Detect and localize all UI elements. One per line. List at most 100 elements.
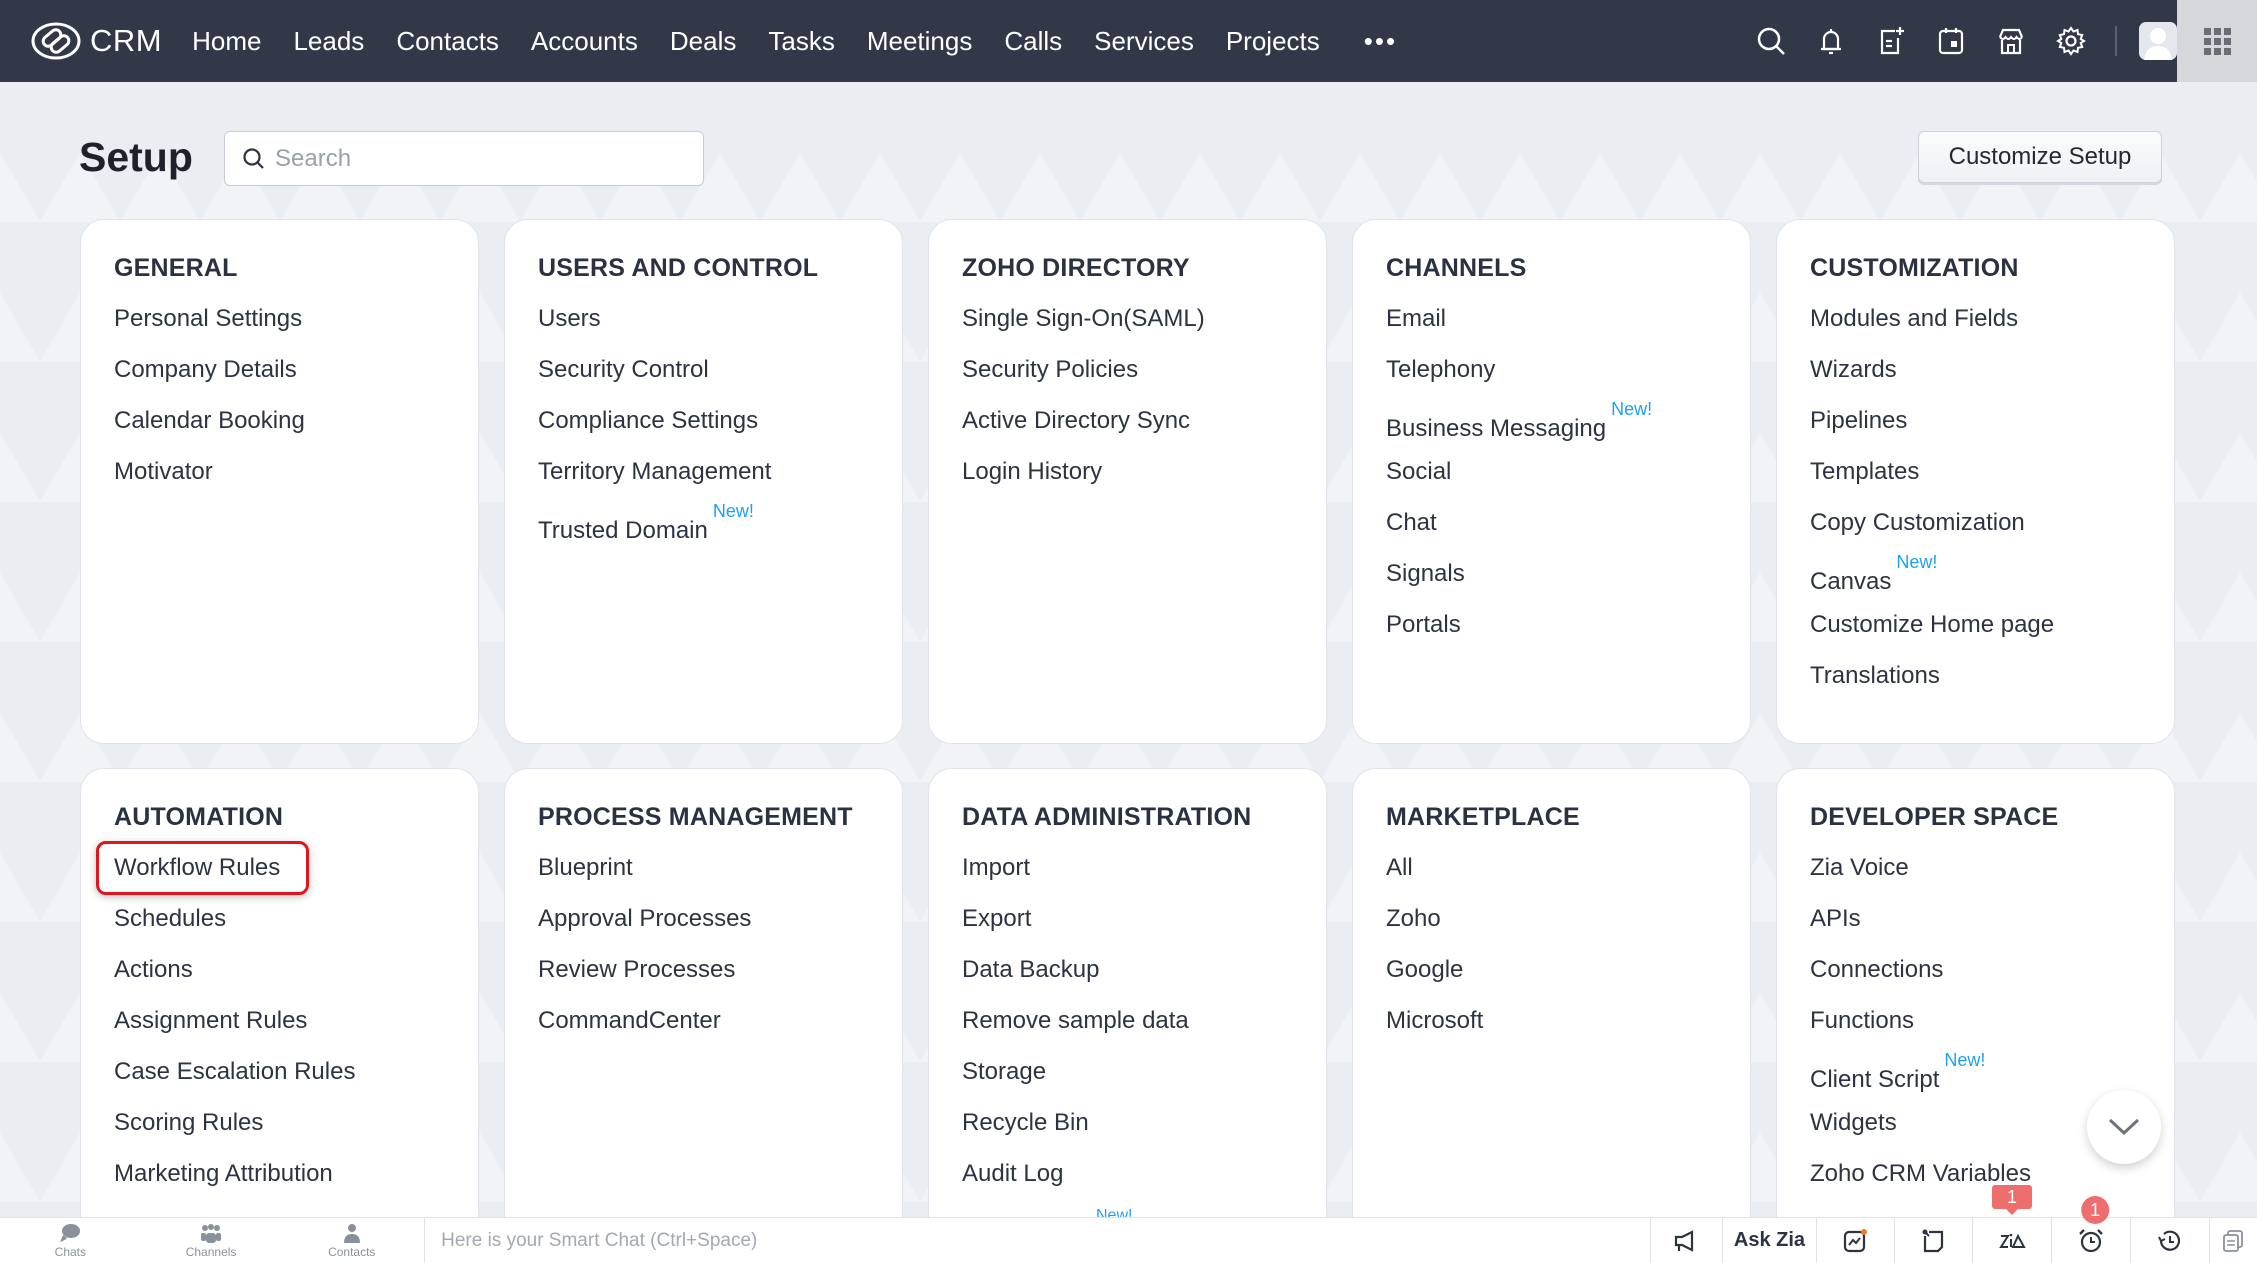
quick-create-button[interactable]	[1861, 11, 1921, 71]
setup-link-export[interactable]: Export	[962, 903, 1031, 954]
setup-link-recycle-bin[interactable]: Recycle Bin	[962, 1107, 1089, 1158]
setup-link-copy-customization[interactable]: Copy Customization	[1810, 507, 2025, 558]
notifications-button[interactable]	[1801, 11, 1861, 71]
nav-leads[interactable]: Leads	[293, 26, 364, 57]
setup-link-approval-processes[interactable]: Approval Processes	[538, 903, 751, 954]
setup-link-login-history[interactable]: Login History	[962, 456, 1102, 507]
settings-button[interactable]	[2041, 11, 2101, 71]
setup-link-social[interactable]: Social	[1386, 456, 1451, 507]
announcements-button[interactable]	[1649, 1218, 1722, 1263]
zia-button[interactable]: 1	[1971, 1185, 2051, 1263]
setup-link-workflow-rules[interactable]: Workflow Rules	[114, 852, 280, 903]
setup-link-case-escalation-rules[interactable]: Case Escalation Rules	[114, 1056, 355, 1107]
setup-link-telephony[interactable]: Telephony	[1386, 354, 1495, 405]
setup-link-all[interactable]: All	[1386, 852, 1413, 903]
setup-link-trusted-domain[interactable]: Trusted DomainNew!	[538, 501, 754, 558]
setup-link-zia-voice[interactable]: Zia Voice	[1810, 852, 1909, 903]
setup-link-connections[interactable]: Connections	[1810, 954, 1943, 1005]
setup-link-users[interactable]: Users	[538, 303, 601, 354]
footer-tab-channels[interactable]: Channels	[141, 1218, 282, 1263]
setup-link-modules-and-fields[interactable]: Modules and Fields	[1810, 303, 2018, 354]
setup-link-data-backup[interactable]: Data Backup	[962, 954, 1099, 1005]
setup-link-business-messaging[interactable]: Business MessagingNew!	[1386, 399, 1652, 456]
setup-link-assignment-rules[interactable]: Assignment Rules	[114, 1005, 307, 1056]
section-card-users-and-control: USERS AND CONTROL Users Security Control Co…	[504, 219, 903, 744]
multi-window-button[interactable]	[2208, 1218, 2257, 1263]
setup-link-blueprint[interactable]: Blueprint	[538, 852, 633, 903]
setup-link-motivator[interactable]: Motivator	[114, 456, 213, 507]
setup-link-label: Copy Customization	[1810, 509, 2025, 536]
setup-link-zoho[interactable]: Zoho	[1386, 903, 1441, 954]
recent-history-button[interactable]	[2129, 1218, 2209, 1263]
nav-calls[interactable]: Calls	[1004, 26, 1062, 57]
setup-link-storage[interactable]: Storage	[962, 1056, 1046, 1107]
footer-tab-chats[interactable]: Chats	[0, 1218, 141, 1263]
nav-meetings[interactable]: Meetings	[867, 26, 973, 57]
setup-link-chat[interactable]: Chat	[1386, 507, 1437, 558]
setup-search-input[interactable]	[275, 144, 675, 173]
setup-link-review-processes[interactable]: Review Processes	[538, 954, 735, 1005]
setup-link-wizards[interactable]: Wizards	[1810, 354, 1897, 405]
setup-link-remove-sample-data[interactable]: Remove sample data	[962, 1005, 1189, 1056]
user-avatar[interactable]	[2139, 22, 2177, 60]
crm-logo[interactable]: CRM	[30, 21, 162, 61]
ask-zia-button[interactable]: Ask Zia	[1721, 1218, 1816, 1263]
setup-link-territory-management[interactable]: Territory Management	[538, 456, 771, 507]
setup-link-import[interactable]: Import	[962, 852, 1030, 903]
nav-contacts[interactable]: Contacts	[396, 26, 499, 57]
nav-home[interactable]: Home	[192, 26, 261, 57]
setup-link-security-policies[interactable]: Security Policies	[962, 354, 1138, 405]
app-launcher-button[interactable]	[2177, 0, 2257, 82]
setup-link-single-sign-on-saml[interactable]: Single Sign-On(SAML)	[962, 303, 1205, 354]
channels-group-icon	[201, 1223, 222, 1243]
setup-link-label: Security Policies	[962, 356, 1139, 383]
nav-services[interactable]: Services	[1094, 26, 1194, 57]
setup-link-microsoft[interactable]: Microsoft	[1386, 1005, 1483, 1056]
setup-link-label: Actions	[114, 956, 193, 983]
marketplace-button[interactable]	[1981, 11, 2041, 71]
setup-link-widgets[interactable]: Widgets	[1810, 1107, 1897, 1158]
setup-link-schedules[interactable]: Schedules	[114, 903, 226, 954]
smart-chat-bar[interactable]	[424, 1218, 1650, 1263]
setup-link-security-control[interactable]: Security Control	[538, 354, 709, 405]
setup-link-templates[interactable]: Templates	[1810, 456, 1919, 507]
setup-link-company-details[interactable]: Company Details	[114, 354, 297, 405]
setup-link-compliance-settings[interactable]: Compliance Settings	[538, 405, 758, 456]
setup-link-scoring-rules[interactable]: Scoring Rules	[114, 1107, 263, 1158]
section-title: ZOHO DIRECTORY	[962, 254, 1190, 282]
setup-search-box[interactable]	[224, 131, 704, 186]
setup-link-signals[interactable]: Signals	[1386, 558, 1465, 609]
setup-link-actions[interactable]: Actions	[114, 954, 193, 1005]
setup-link-commandcenter[interactable]: CommandCenter	[538, 1005, 721, 1056]
section-title: MARKETPLACE	[1386, 803, 1580, 831]
setup-link-calendar-booking[interactable]: Calendar Booking	[114, 405, 305, 456]
nav-tasks[interactable]: Tasks	[768, 26, 834, 57]
notes-button[interactable]	[1893, 1218, 1972, 1263]
analytics-button[interactable]	[1815, 1218, 1894, 1263]
footer-tab-contacts[interactable]: Contacts	[281, 1218, 422, 1263]
setup-link-pipelines[interactable]: Pipelines	[1810, 405, 1907, 456]
setup-link-customize-home-page[interactable]: Customize Home page	[1810, 609, 2054, 660]
more-modules-button[interactable]: •••	[1364, 26, 1397, 57]
customize-setup-button[interactable]: Customize Setup	[1918, 131, 2162, 183]
scroll-down-button[interactable]	[2087, 1090, 2161, 1164]
reminders-button[interactable]: 1	[2050, 1196, 2130, 1263]
nav-accounts[interactable]: Accounts	[531, 26, 638, 57]
setup-link-portals[interactable]: Portals	[1386, 609, 1461, 660]
smart-chat-input[interactable]	[441, 1229, 1542, 1252]
setup-link-canvas[interactable]: CanvasNew!	[1810, 552, 1937, 609]
setup-link-translations[interactable]: Translations	[1810, 660, 1940, 711]
setup-link-audit-log[interactable]: Audit Log	[962, 1158, 1063, 1209]
setup-link-email[interactable]: Email	[1386, 303, 1446, 354]
setup-link-active-directory-sync[interactable]: Active Directory Sync	[962, 405, 1190, 456]
setup-link-personal-settings[interactable]: Personal Settings	[114, 303, 302, 354]
nav-projects[interactable]: Projects	[1226, 26, 1320, 57]
search-button[interactable]	[1741, 11, 1801, 71]
nav-deals[interactable]: Deals	[670, 26, 736, 57]
calendar-button[interactable]	[1921, 11, 1981, 71]
setup-link-client-script[interactable]: Client ScriptNew!	[1810, 1050, 1985, 1107]
setup-link-apis[interactable]: APIs	[1810, 903, 1861, 954]
setup-link-marketing-attribution[interactable]: Marketing Attribution	[114, 1158, 333, 1209]
setup-link-functions[interactable]: Functions	[1810, 1005, 1914, 1056]
setup-link-google[interactable]: Google	[1386, 954, 1463, 1005]
